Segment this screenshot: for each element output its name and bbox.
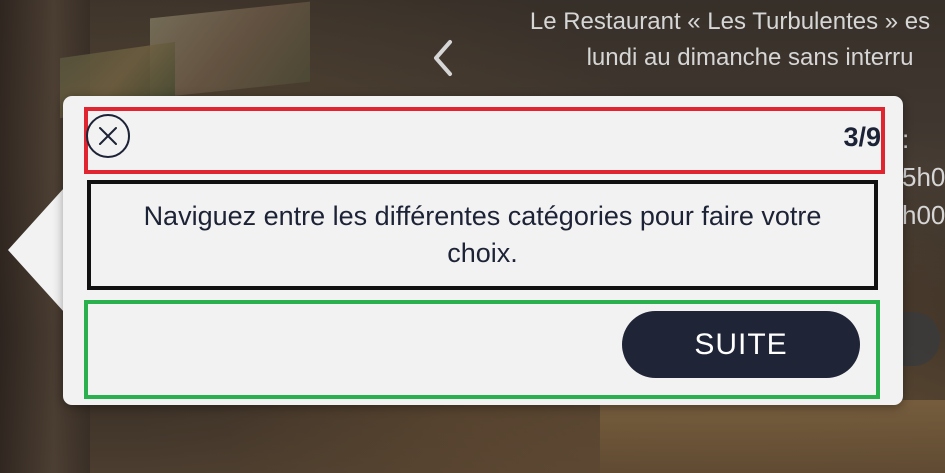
next-button[interactable]: SUITE (622, 311, 860, 378)
restaurant-info-line-2: lundi au dimanche sans interru (586, 44, 914, 71)
tutorial-message: Naviguez entre les différentes catégorie… (143, 201, 822, 268)
step-counter: 3/9 (843, 122, 881, 152)
side-text-fragment-3: h00 (902, 200, 945, 230)
popover-header-highlight (84, 107, 885, 174)
side-text-fragment-1: : (902, 124, 910, 154)
popover-pointer (8, 188, 64, 312)
close-button[interactable] (86, 114, 130, 158)
side-text-fragment-2: 5h0 (902, 162, 945, 192)
restaurant-info-line-1: Le Restaurant « Les Turbulentes » es (529, 8, 931, 35)
restaurant-info-text: Le Restaurant « Les Turbulentes » es lun… (470, 4, 945, 76)
chevron-left-icon[interactable] (430, 38, 458, 78)
close-icon (99, 127, 117, 145)
